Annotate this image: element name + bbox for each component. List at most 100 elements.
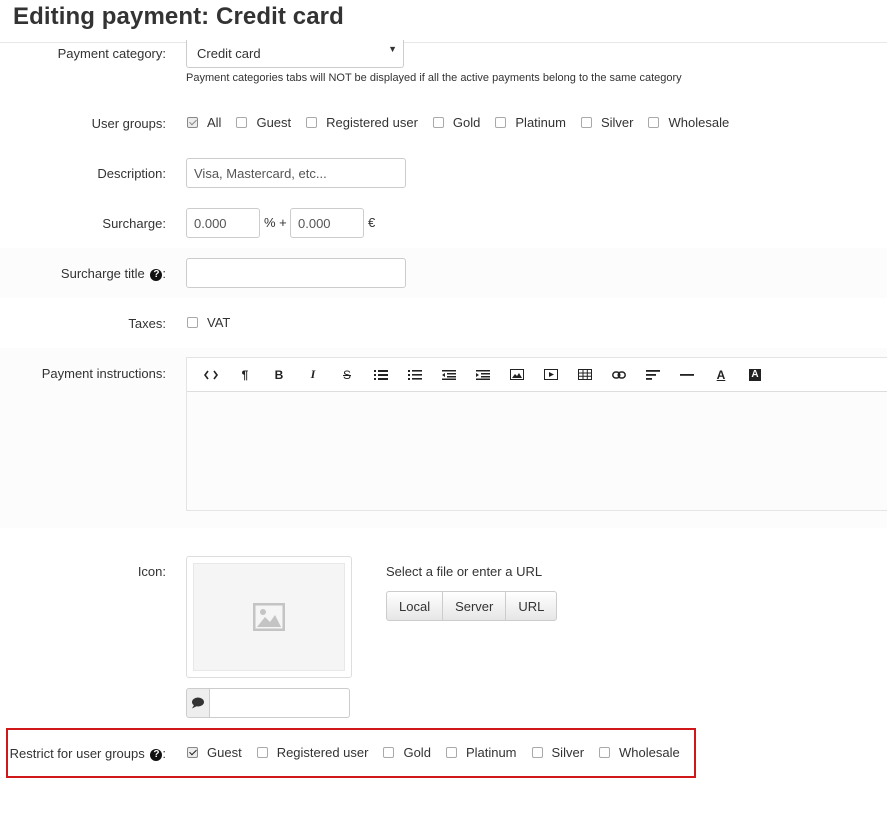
restrict-option-registered-user[interactable]: Registered user xyxy=(256,745,369,760)
icon-preview xyxy=(186,556,352,678)
user-group-option-guest[interactable]: Guest xyxy=(236,115,291,130)
checkbox[interactable] xyxy=(256,747,268,758)
user-groups-label: User groups: xyxy=(91,116,166,131)
user-group-option-gold[interactable]: Gold xyxy=(432,115,481,130)
italic-icon[interactable]: I xyxy=(296,363,330,387)
checkbox[interactable] xyxy=(580,117,592,128)
option-label: Gold xyxy=(452,115,481,130)
label-colon: : xyxy=(162,266,166,281)
checkbox[interactable] xyxy=(187,747,198,758)
image-placeholder-icon xyxy=(253,603,285,631)
currency-symbol: € xyxy=(368,215,376,230)
local-button[interactable]: Local xyxy=(386,591,444,621)
bold-icon[interactable]: B xyxy=(262,363,296,387)
payment-category-value: Credit card xyxy=(197,46,261,61)
comment-icon xyxy=(186,688,210,718)
option-label: Platinum xyxy=(515,115,566,130)
restrict-option-gold[interactable]: Gold xyxy=(383,745,431,760)
tax-option-vat[interactable]: VAT xyxy=(187,315,230,330)
surcharge-fixed-input[interactable]: 0.000 xyxy=(290,208,364,238)
checkbox[interactable] xyxy=(599,747,611,758)
code-view-icon[interactable] xyxy=(194,363,228,387)
option-label: Guest xyxy=(256,115,292,130)
user-group-option-registered-user[interactable]: Registered user xyxy=(306,115,418,130)
label-colon: : xyxy=(162,746,166,761)
image-icon[interactable] xyxy=(500,363,534,387)
rich-text-editor: ¶ B I S A A xyxy=(186,357,887,511)
payment-category-label: Payment category: xyxy=(57,46,166,61)
user-groups-checkboxes: All Guest Registered user Gold Platinum … xyxy=(187,115,744,130)
restrict-option-silver[interactable]: Silver xyxy=(531,745,585,760)
description-label: Description: xyxy=(97,166,166,181)
option-label: All xyxy=(207,115,222,130)
option-label: Silver xyxy=(600,115,634,130)
option-label: Wholesale xyxy=(619,745,680,760)
align-icon[interactable] xyxy=(636,363,670,387)
icon-preview-area xyxy=(193,563,345,671)
help-icon[interactable]: ? xyxy=(150,749,163,761)
page-title: Editing payment: Credit card xyxy=(13,3,344,30)
checkbox[interactable] xyxy=(306,117,318,128)
restrict-option-platinum[interactable]: Platinum xyxy=(445,745,517,760)
background-color-glyph: A xyxy=(749,368,761,381)
title-divider xyxy=(0,42,887,43)
checkbox[interactable] xyxy=(432,117,444,128)
server-button[interactable]: Server xyxy=(442,591,507,621)
ordered-list-icon[interactable] xyxy=(398,363,432,387)
link-icon[interactable] xyxy=(602,363,636,387)
url-button[interactable]: URL xyxy=(505,591,558,621)
restrict-option-wholesale[interactable]: Wholesale xyxy=(599,745,680,760)
surcharge-percent-sign: % + xyxy=(264,215,287,230)
checkbox[interactable] xyxy=(495,117,507,128)
option-label: Platinum xyxy=(465,745,517,760)
checkbox[interactable] xyxy=(236,117,248,128)
checkbox[interactable] xyxy=(187,317,198,328)
surcharge-title-label: Surcharge title ?: xyxy=(61,266,166,281)
icon-label: Icon: xyxy=(137,564,166,579)
option-label: Silver xyxy=(551,745,585,760)
option-label: Guest xyxy=(207,745,242,760)
background-color-icon[interactable]: A xyxy=(738,363,772,387)
outdent-icon[interactable] xyxy=(432,363,466,387)
option-label: Wholesale xyxy=(668,115,730,130)
restrict-option-guest[interactable]: Guest xyxy=(187,745,242,760)
restrict-checkboxes: Guest Registered user Gold Platinum Silv… xyxy=(187,745,695,760)
option-label: VAT xyxy=(207,315,231,330)
payment-category-hint: Payment categories tabs will NOT be disp… xyxy=(186,72,682,84)
unordered-list-icon[interactable] xyxy=(364,363,398,387)
option-label: Registered user xyxy=(276,745,369,760)
user-group-option-wholesale[interactable]: Wholesale xyxy=(648,115,729,130)
payment-category-select[interactable]: Credit card ▼ xyxy=(186,40,404,68)
video-icon[interactable] xyxy=(534,363,568,387)
help-icon[interactable]: ? xyxy=(150,269,163,281)
strikethrough-icon[interactable]: S xyxy=(330,363,364,387)
indent-icon[interactable] xyxy=(466,363,500,387)
table-icon[interactable] xyxy=(568,363,602,387)
taxes-checkboxes: VAT xyxy=(187,315,245,330)
select-file-text: Select a file or enter a URL xyxy=(386,564,543,579)
user-group-option-all[interactable]: All xyxy=(187,115,221,130)
checkbox[interactable] xyxy=(383,747,395,758)
editor-content-area[interactable] xyxy=(187,392,887,511)
icon-caption-group xyxy=(186,688,350,718)
option-label: Gold xyxy=(403,745,431,760)
surcharge-title-input[interactable] xyxy=(186,258,406,288)
horizontal-rule-icon[interactable] xyxy=(670,363,704,387)
checkbox[interactable] xyxy=(531,747,543,758)
checkbox[interactable] xyxy=(445,747,457,758)
user-group-option-platinum[interactable]: Platinum xyxy=(495,115,566,130)
text-color-icon[interactable]: A xyxy=(704,363,738,387)
surcharge-label: Surcharge: xyxy=(102,216,166,231)
option-label: Registered user xyxy=(326,115,418,130)
taxes-label: Taxes: xyxy=(128,316,166,331)
checkbox[interactable] xyxy=(187,117,198,128)
description-input[interactable]: Visa, Mastercard, etc... xyxy=(186,158,406,188)
surcharge-percent-input[interactable]: 0.000 xyxy=(186,208,260,238)
checkbox[interactable] xyxy=(648,117,660,128)
icon-caption-input[interactable] xyxy=(210,688,350,718)
restrict-label-text: Restrict for user groups xyxy=(9,746,145,761)
paragraph-icon[interactable]: ¶ xyxy=(228,363,262,387)
payment-instructions-label: Payment instructions: xyxy=(41,366,166,381)
surcharge-title-label-text: Surcharge title xyxy=(60,266,145,281)
user-group-option-silver[interactable]: Silver xyxy=(580,115,634,130)
